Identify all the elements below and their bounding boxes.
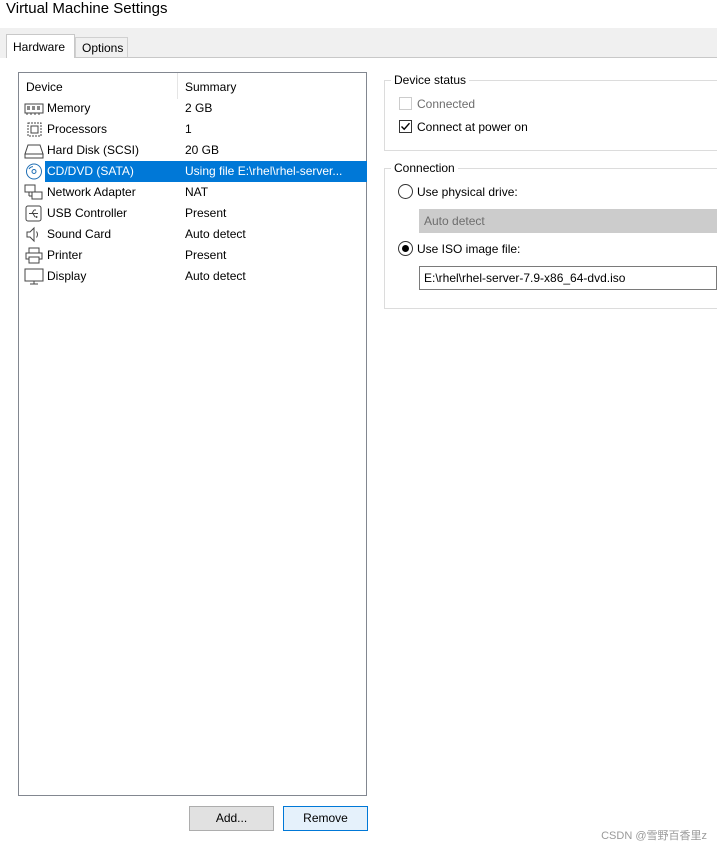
connection-legend: Connection	[391, 160, 458, 176]
device-row-network-adapter[interactable]: Network Adapter NAT	[23, 182, 367, 203]
use-iso-image-radio[interactable]	[398, 241, 413, 256]
device-summary: NAT	[185, 185, 209, 199]
device-name: USB Controller	[47, 206, 128, 220]
add-button[interactable]: Add...	[189, 806, 274, 831]
device-summary: 1	[185, 122, 192, 136]
processor-icon	[24, 121, 44, 138]
device-row-memory[interactable]: Memory 2 GB	[23, 98, 367, 119]
use-physical-drive-radio[interactable]	[398, 184, 413, 199]
device-status-legend: Device status	[391, 72, 470, 88]
device-summary: Present	[185, 248, 227, 262]
device-summary: 2 GB	[185, 101, 213, 115]
device-summary: 20 GB	[185, 143, 220, 157]
use-physical-drive-label: Use physical drive:	[417, 185, 518, 199]
device-status-group: Device status	[384, 72, 717, 151]
device-summary: Using file E:\rhel\rhel-server...	[185, 164, 343, 178]
connected-label: Connected	[417, 97, 476, 111]
device-name: Sound Card	[47, 227, 112, 241]
connected-checkbox[interactable]	[399, 97, 412, 110]
network-adapter-icon	[24, 184, 44, 201]
printer-icon	[24, 247, 44, 264]
memory-icon	[24, 100, 44, 117]
column-header-device[interactable]: Device	[19, 73, 178, 99]
watermark: CSDN @雪野百香里z	[601, 830, 707, 842]
tab-hardware[interactable]: Hardware	[6, 34, 75, 58]
device-summary: Auto detect	[185, 269, 246, 283]
tab-options[interactable]: Options	[75, 37, 128, 58]
check-icon	[401, 122, 411, 131]
device-summary: Present	[185, 206, 227, 220]
device-row-cd-dvd[interactable]: CD/DVD (SATA) Using file E:\rhel\rhel-se…	[23, 161, 367, 182]
device-name: Processors	[47, 122, 108, 136]
device-row-hard-disk[interactable]: Hard Disk (SCSI) 20 GB	[23, 140, 367, 161]
device-summary: Auto detect	[185, 227, 246, 241]
usb-icon	[24, 205, 44, 222]
device-name: Network Adapter	[47, 185, 136, 199]
use-iso-image-label: Use ISO image file:	[417, 242, 521, 256]
connect-at-power-on-checkbox[interactable]	[399, 120, 412, 133]
device-row-usb-controller[interactable]: USB Controller Present	[23, 203, 367, 224]
speaker-icon	[24, 226, 44, 243]
physical-drive-select[interactable]: Auto detect	[419, 209, 717, 233]
column-header-summary[interactable]: Summary	[178, 73, 367, 99]
radio-dot	[402, 245, 409, 252]
device-name: Memory	[47, 101, 91, 115]
hard-disk-icon	[24, 142, 44, 159]
device-name: CD/DVD (SATA)	[47, 164, 134, 178]
device-name: Printer	[47, 248, 83, 262]
device-name: Hard Disk (SCSI)	[47, 143, 140, 157]
device-row-sound-card[interactable]: Sound Card Auto detect	[23, 224, 367, 245]
device-list[interactable]: Device Summary Memory 2 GB Processors 1 …	[18, 72, 367, 796]
device-row-processors[interactable]: Processors 1	[23, 119, 367, 140]
window-title: Virtual Machine Settings	[6, 0, 168, 17]
iso-path-input[interactable]: E:\rhel\rhel-server-7.9-x86_64-dvd.iso	[419, 266, 717, 290]
device-name: Display	[47, 269, 87, 283]
device-row-printer[interactable]: Printer Present	[23, 245, 367, 266]
cd-dvd-icon	[24, 163, 44, 180]
device-row-display[interactable]: Display Auto detect	[23, 266, 367, 287]
remove-button[interactable]: Remove	[283, 806, 368, 831]
connect-at-power-on-label: Connect at power on	[417, 120, 528, 134]
list-header: Device Summary	[19, 73, 366, 99]
display-icon	[24, 268, 44, 285]
